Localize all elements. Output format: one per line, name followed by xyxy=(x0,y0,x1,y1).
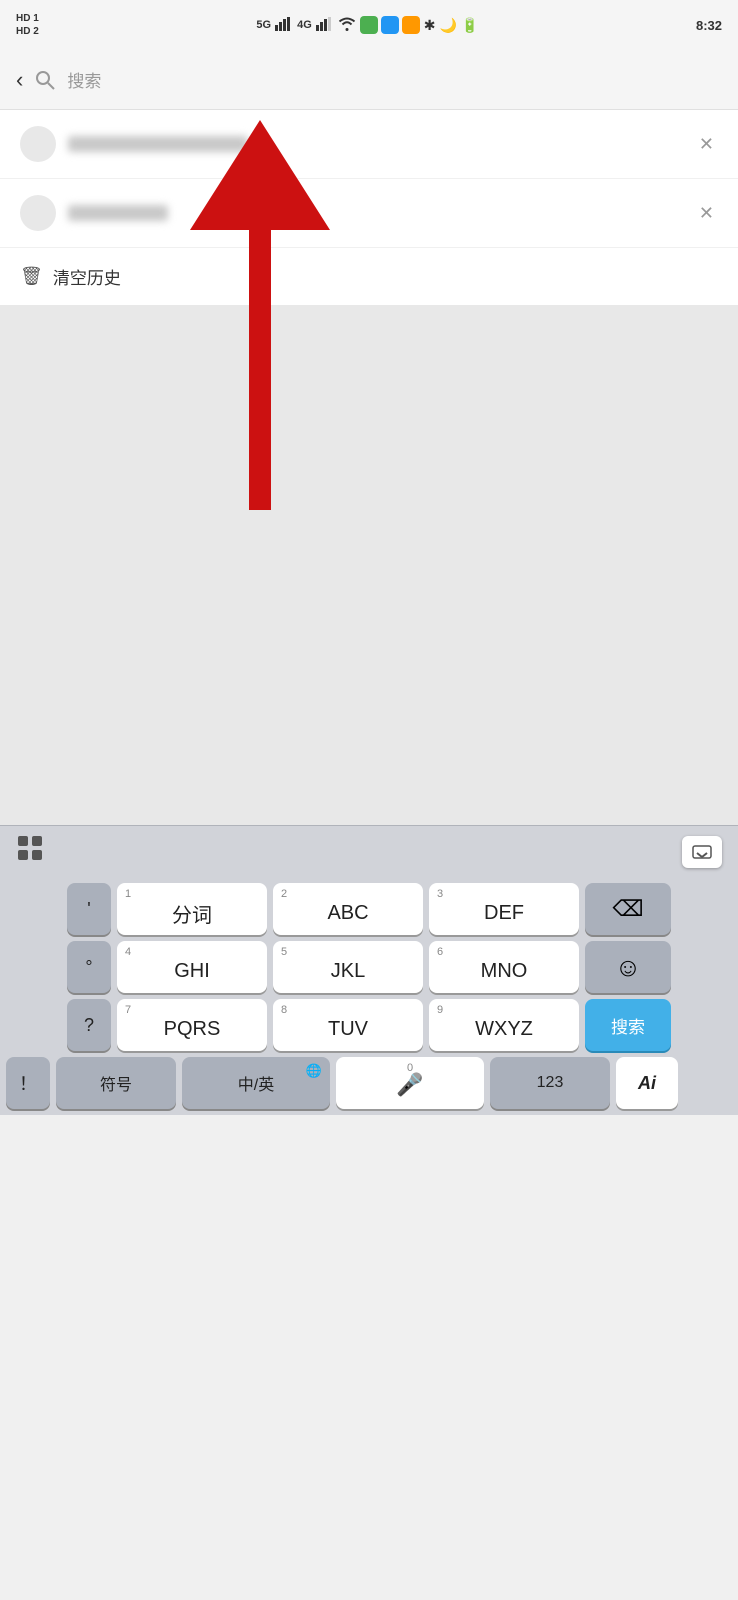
collapse-keyboard-button[interactable] xyxy=(682,836,722,868)
key-search[interactable]: 搜索 xyxy=(585,999,671,1051)
key-tuv-label: TUV xyxy=(328,1018,368,1041)
wifi-icon xyxy=(338,17,356,34)
key-apostrophe[interactable]: ' xyxy=(67,883,111,935)
key-123[interactable]: 123 xyxy=(490,1057,610,1109)
key-emoji[interactable]: ☺ xyxy=(585,941,671,993)
key-degree[interactable]: ° xyxy=(67,941,111,993)
key-8-num: 8 xyxy=(281,1004,287,1016)
signal-bars-1 xyxy=(275,17,293,34)
mic-num: 0 xyxy=(407,1062,413,1074)
key-1-num: 1 xyxy=(125,888,131,900)
key-zhong-ying[interactable]: 🌐 中/英 xyxy=(182,1057,330,1109)
key-def-label: DEF xyxy=(484,902,524,925)
key-ghi[interactable]: 4 GHI xyxy=(117,941,267,993)
history-text-2 xyxy=(68,205,695,221)
app-icons xyxy=(360,16,420,34)
history-text-1 xyxy=(68,136,695,152)
emoji-icon: ☺ xyxy=(615,952,642,983)
keyboard-toolbar xyxy=(0,825,738,877)
search-icon xyxy=(35,70,55,90)
left-punct-col: ' xyxy=(67,883,111,935)
key-3-num: 3 xyxy=(437,888,443,900)
clear-history-label: 清空历史 xyxy=(53,264,121,289)
keyboard-row-4: ！ 符号 🌐 中/英 0 🎤 123 Ai xyxy=(3,1057,735,1109)
content-area xyxy=(0,305,738,825)
key-5-num: 5 xyxy=(281,946,287,958)
key-ghi-label: GHI xyxy=(174,960,210,983)
moon-icon: 🌙 xyxy=(440,17,457,34)
keyboard-row-2: ° 4 GHI 5 JKL 6 MNO ☺ xyxy=(3,941,735,993)
key-def[interactable]: 3 DEF xyxy=(429,883,579,935)
key-6-num: 6 xyxy=(437,946,443,958)
key-mno-label: MNO xyxy=(481,960,528,983)
trash-icon: 🗑 xyxy=(20,266,43,287)
123-label: 123 xyxy=(537,1074,564,1092)
key-pqrs[interactable]: 7 PQRS xyxy=(117,999,267,1051)
history-item-1: ✕ xyxy=(0,110,738,179)
history-close-2[interactable]: ✕ xyxy=(695,199,718,228)
key-exclaim[interactable]: ！ xyxy=(6,1057,50,1109)
keyboard: ' 1 分词 2 ABC 3 DEF ⌫ ° 4 GHI 5 JKL 6 M xyxy=(0,877,738,1115)
key-pqrs-label: PQRS xyxy=(164,1018,221,1041)
history-icon-1 xyxy=(20,126,56,162)
key-wxyz[interactable]: 9 WXYZ xyxy=(429,999,579,1051)
status-signals: 5G 4G ✱ 🌙 🔋 xyxy=(256,16,478,34)
history-close-1[interactable]: ✕ xyxy=(695,130,718,159)
search-button-label: 搜索 xyxy=(611,1013,645,1038)
battery-icon: 🔋 xyxy=(461,17,478,34)
key-9-num: 9 xyxy=(437,1004,443,1016)
zhong-ying-label: 中/英 xyxy=(238,1071,274,1095)
key-ai[interactable]: Ai xyxy=(616,1057,678,1109)
ai-label: Ai xyxy=(638,1073,656,1094)
delete-icon: ⌫ xyxy=(612,896,643,922)
key-fenci-label: 分词 xyxy=(172,899,212,928)
keyboard-row-1: ' 1 分词 2 ABC 3 DEF ⌫ xyxy=(3,883,735,935)
key-abc[interactable]: 2 ABC xyxy=(273,883,423,935)
search-bar[interactable]: ‹ 搜索 xyxy=(0,50,738,110)
mic-icon: 🎤 xyxy=(396,1072,423,1098)
status-bar: HD 1 HD 2 5G 4G ✱ 🌙 🔋 8:32 xyxy=(0,0,738,50)
search-icon-wrap xyxy=(35,70,55,90)
status-carrier: HD 1 HD 2 xyxy=(16,13,39,37)
search-placeholder[interactable]: 搜索 xyxy=(67,67,101,92)
globe-icon: 🌐 xyxy=(306,1063,322,1079)
status-time: 8:32 xyxy=(696,18,722,33)
key-mic[interactable]: 0 🎤 xyxy=(336,1057,484,1109)
4g-icon: 4G xyxy=(297,19,312,31)
key-question[interactable]: ? xyxy=(67,999,111,1051)
key-jkl[interactable]: 5 JKL xyxy=(273,941,423,993)
key-tuv[interactable]: 8 TUV xyxy=(273,999,423,1051)
key-abc-label: ABC xyxy=(327,902,368,925)
grid-icon[interactable] xyxy=(16,834,44,869)
search-history-area: ✕ ✕ 🗑 清空历史 xyxy=(0,110,738,305)
5g-icon: 5G xyxy=(256,19,271,31)
signal-bars-2 xyxy=(316,17,334,34)
key-wxyz-label: WXYZ xyxy=(475,1018,533,1041)
keyboard-row-3: ? 7 PQRS 8 TUV 9 WXYZ 搜索 xyxy=(3,999,735,1051)
key-delete[interactable]: ⌫ xyxy=(585,883,671,935)
key-4-num: 4 xyxy=(125,946,131,958)
key-jkl-label: JKL xyxy=(331,960,365,983)
key-fenci[interactable]: 1 分词 xyxy=(117,883,267,935)
bluetooth-icon: ✱ xyxy=(424,17,436,34)
fuhao-label: 符号 xyxy=(100,1071,132,1095)
history-item-2: ✕ xyxy=(0,179,738,248)
back-button[interactable]: ‹ xyxy=(16,67,23,93)
key-2-num: 2 xyxy=(281,888,287,900)
key-fuhao[interactable]: 符号 xyxy=(56,1057,176,1109)
clear-history-button[interactable]: 🗑 清空历史 xyxy=(0,248,738,305)
key-mno[interactable]: 6 MNO xyxy=(429,941,579,993)
key-7-num: 7 xyxy=(125,1004,131,1016)
history-icon-2 xyxy=(20,195,56,231)
